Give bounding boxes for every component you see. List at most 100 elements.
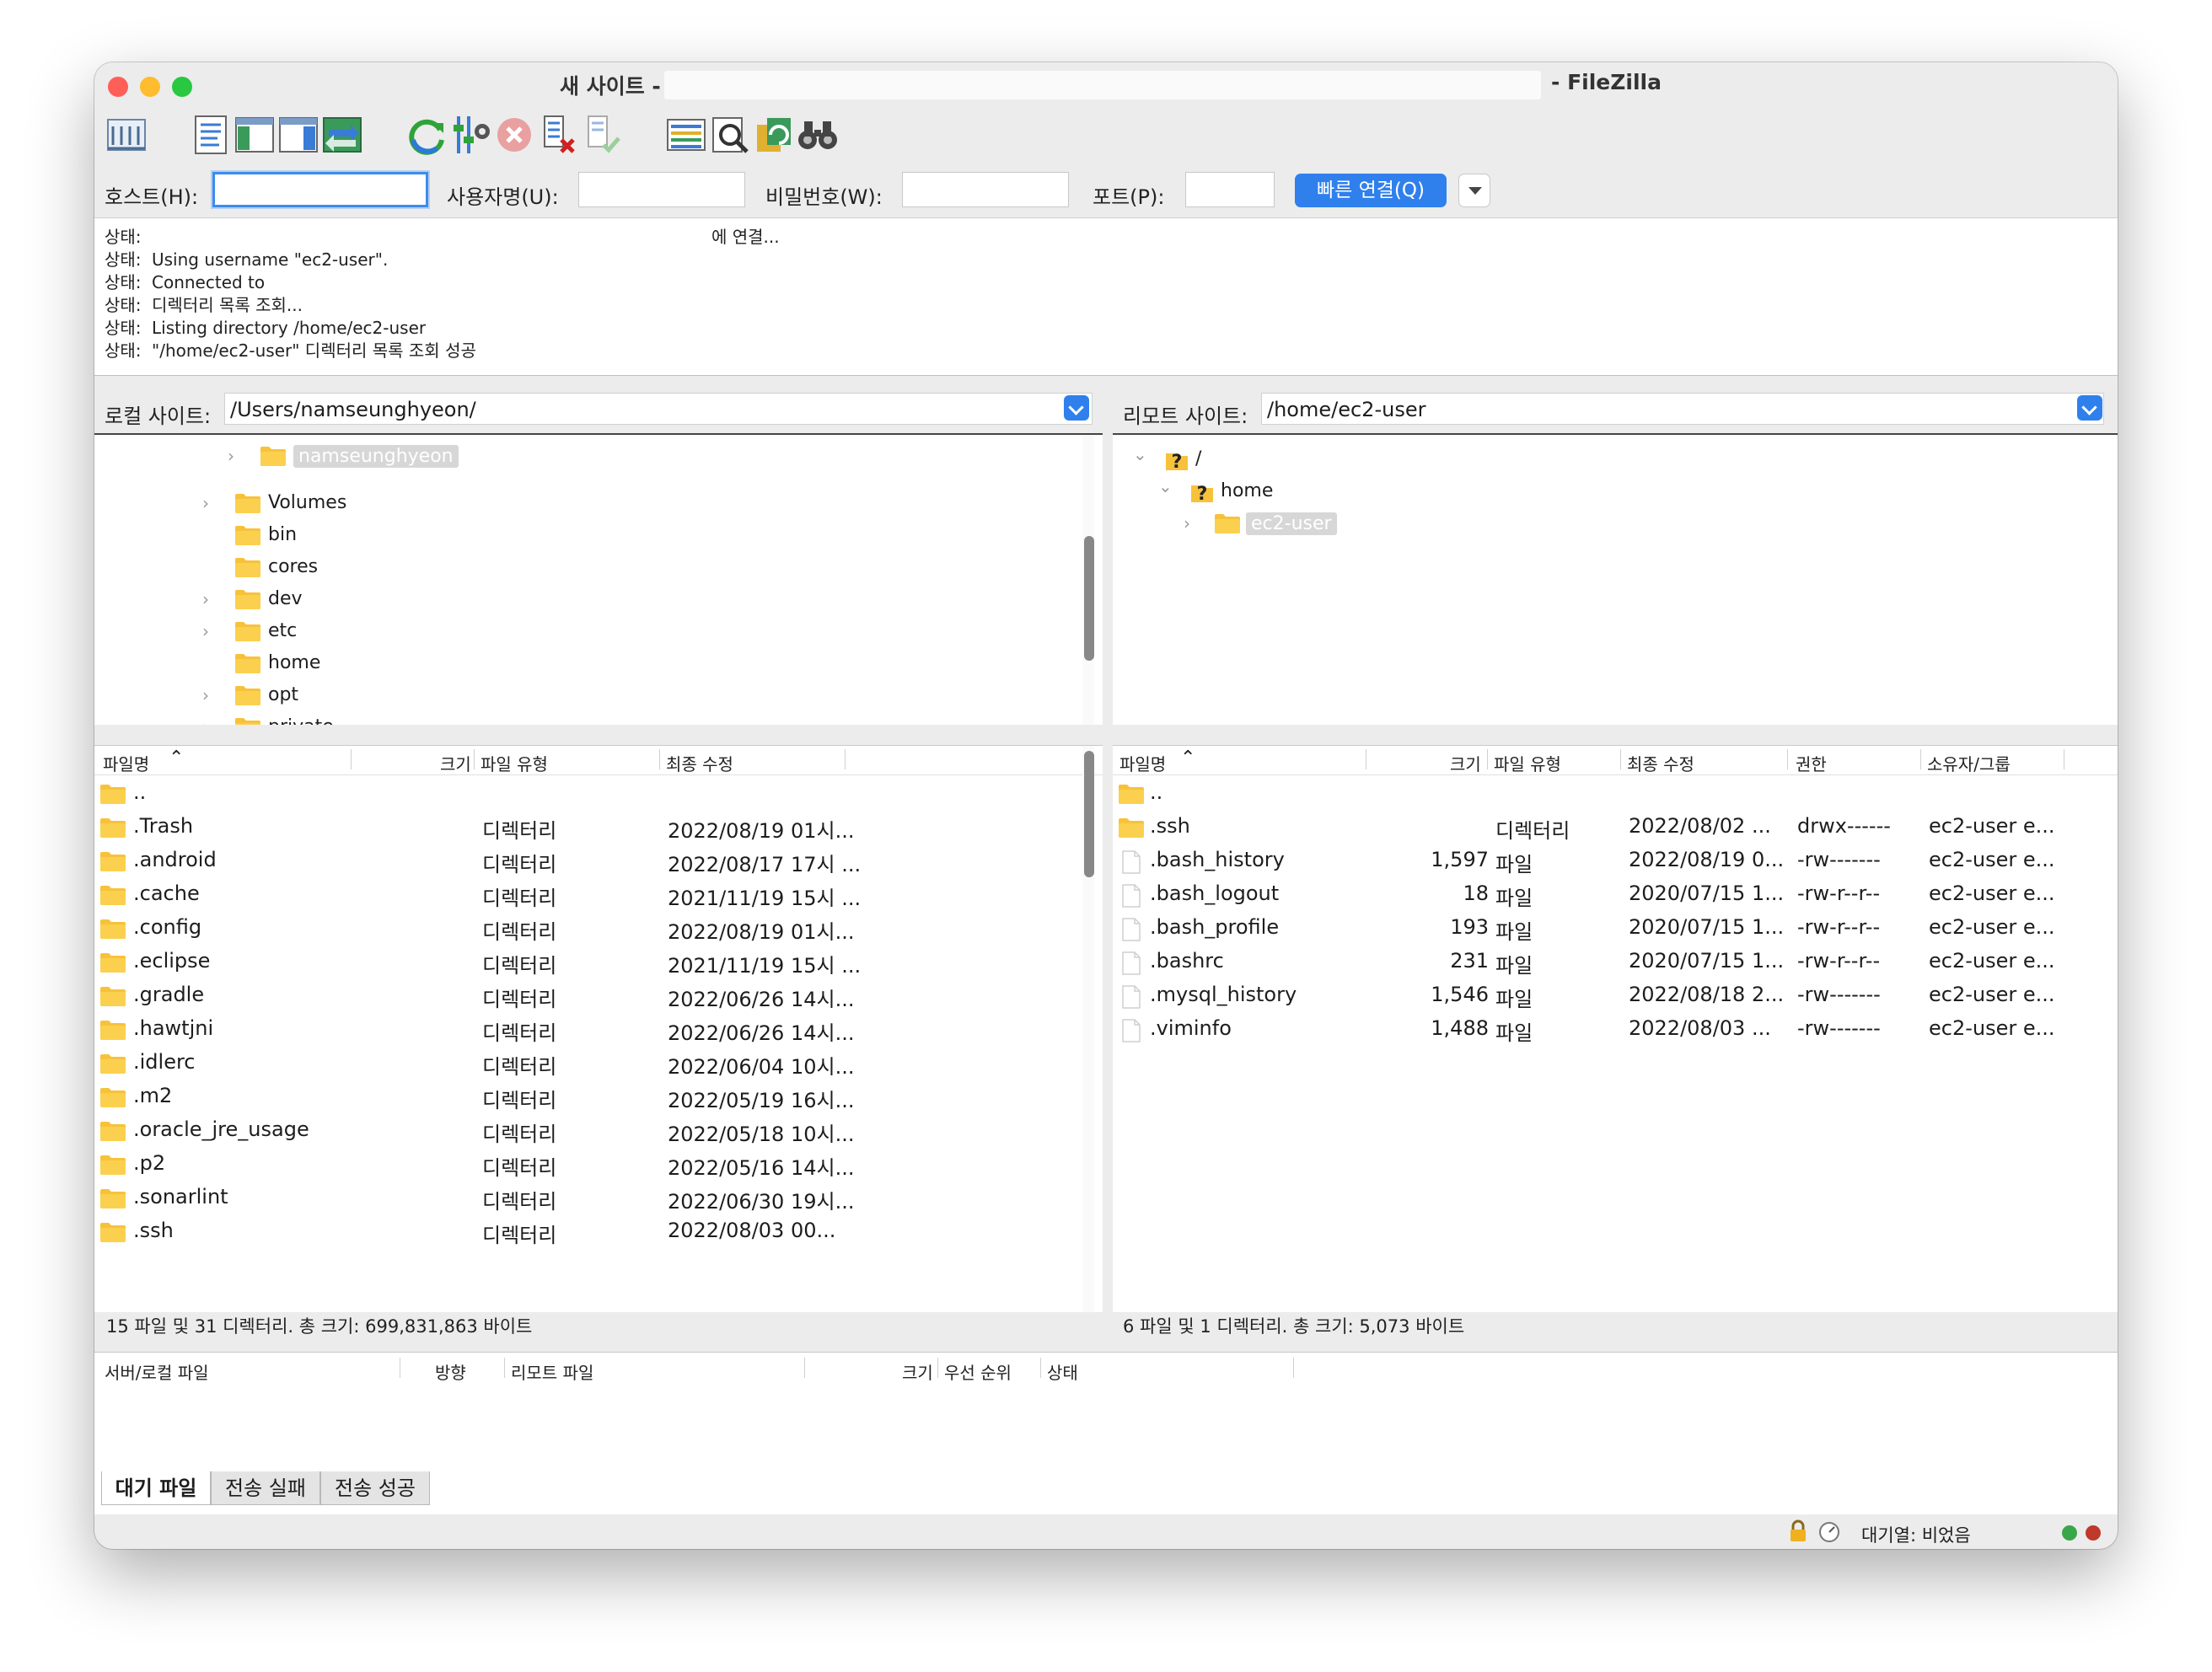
file-row[interactable]: .eclipse 디렉터리 2021/11/19 15시 ... — [94, 945, 1103, 978]
search-files-icon[interactable] — [706, 111, 754, 158]
col-permissions[interactable]: 권한 — [1796, 751, 1827, 775]
reconnect-icon[interactable] — [578, 111, 625, 158]
col-modified[interactable]: 최종 수정 — [1627, 751, 1694, 775]
transfer-queue-icon[interactable] — [319, 111, 366, 158]
col-server-local-file[interactable]: 서버/로컬 파일 — [105, 1359, 209, 1384]
local-file-list[interactable]: 파일명 ⌃ 크기 파일 유형 최종 수정 .. .Trash 디렉터리 2022/08… — [94, 745, 1103, 1312]
directory-compare-icon[interactable] — [663, 111, 710, 158]
file-row[interactable]: .Trash 디렉터리 2022/08/19 01시... — [94, 810, 1103, 844]
file-row[interactable]: .. — [94, 776, 1103, 810]
username-input[interactable] — [578, 172, 745, 207]
zoom-window-button[interactable] — [172, 77, 192, 97]
local-tree-node[interactable]: › etc — [94, 617, 1072, 647]
tab-successful-transfers[interactable]: 전송 성공 — [320, 1471, 430, 1505]
chevron-right-icon[interactable]: › — [202, 494, 221, 512]
cancel-icon[interactable] — [491, 111, 538, 158]
file-row[interactable]: .bash_history 1,597 파일 2022/08/19 0... -rw--… — [1113, 844, 2118, 877]
filter-settings-icon[interactable] — [447, 111, 494, 158]
col-size[interactable]: 크기 — [902, 1359, 933, 1384]
col-priority[interactable]: 우선 순위 — [944, 1359, 1012, 1384]
local-tree-node[interactable]: cores — [94, 553, 1072, 583]
col-filename[interactable]: 파일명 — [1119, 751, 1166, 775]
col-filename[interactable]: 파일명 — [103, 751, 149, 775]
chevron-right-icon[interactable]: › — [202, 590, 221, 608]
file-row[interactable]: .m2 디렉터리 2022/05/19 16시... — [94, 1080, 1103, 1113]
local-tree-scroll-thumb[interactable] — [1084, 536, 1094, 661]
local-tree-node[interactable]: › opt — [94, 681, 1072, 711]
local-tree-node[interactable]: bin — [94, 521, 1072, 551]
chevron-right-icon[interactable]: › — [1184, 514, 1202, 533]
file-row[interactable]: .idlerc 디렉터리 2022/06/04 10시... — [94, 1046, 1103, 1080]
local-path-input[interactable]: /Users/namseunghyeon/ — [224, 393, 1093, 425]
quickconnect-button[interactable]: 빠른 연결(Q) — [1295, 174, 1447, 207]
chevron-down-icon[interactable]: ⌄ — [1158, 477, 1177, 496]
minimize-window-button[interactable] — [140, 77, 160, 97]
host-input[interactable] — [212, 172, 428, 207]
remote-path-input[interactable]: /home/ec2-user — [1261, 393, 2104, 425]
disconnect-icon[interactable] — [534, 111, 582, 158]
local-directory-tree[interactable]: › namseunghyeon › Volumes bin cores › dev › etc ho… — [94, 433, 1103, 725]
col-type[interactable]: 파일 유형 — [1494, 751, 1561, 775]
col-owner-group[interactable]: 소유자/그룹 — [1927, 751, 2011, 775]
local-tree-scrollbar[interactable] — [1082, 435, 1094, 725]
message-log-icon[interactable] — [187, 111, 234, 158]
file-row[interactable]: .. — [1113, 776, 2118, 810]
file-row[interactable]: .bash_logout 18 파일 2020/07/15 1... -rw-r--r-… — [1113, 877, 2118, 911]
cell-modified: 2022/06/04 10시... — [668, 1055, 855, 1079]
col-remote-file[interactable]: 리모트 파일 — [511, 1359, 593, 1384]
file-row[interactable]: .oracle_jre_usage 디렉터리 2022/05/18 10시... — [94, 1113, 1103, 1147]
chevron-right-icon[interactable]: › — [202, 718, 221, 725]
remote-tree-icon[interactable] — [275, 111, 322, 158]
file-row[interactable]: .p2 디렉터리 2022/05/16 14시... — [94, 1147, 1103, 1181]
file-row[interactable]: .ssh 디렉터리 2022/08/02 ... drwx------ ec2-user… — [1113, 810, 2118, 844]
file-row[interactable]: .ssh 디렉터리 2022/08/03 00... — [94, 1214, 1103, 1248]
tab-failed-transfers[interactable]: 전송 실패 — [211, 1471, 320, 1505]
col-status[interactable]: 상태 — [1047, 1359, 1078, 1384]
find-binoculars-icon[interactable] — [794, 111, 841, 158]
chevron-right-icon[interactable]: › — [228, 447, 246, 465]
col-type[interactable]: 파일 유형 — [481, 751, 548, 775]
chevron-right-icon[interactable]: › — [202, 686, 221, 705]
cell-type: 디렉터리 — [482, 988, 557, 1011]
file-row[interactable]: .sonarlint 디렉터리 2022/06/30 19시... — [94, 1181, 1103, 1214]
password-input[interactable] — [902, 172, 1069, 207]
file-row[interactable]: .mysql_history 1,546 파일 2022/08/18 2... -rw-… — [1113, 978, 2118, 1012]
site-manager-icon[interactable] — [103, 111, 150, 158]
remote-tree-node[interactable]: ⌄? home — [1113, 477, 2082, 507]
sync-browse-icon[interactable] — [750, 111, 797, 158]
col-modified[interactable]: 최종 수정 — [666, 751, 733, 775]
file-row[interactable]: .bashrc 231 파일 2020/07/15 1... -rw-r--r-- ec2… — [1113, 945, 2118, 978]
file-row[interactable]: .android 디렉터리 2022/08/17 17시 ... — [94, 844, 1103, 877]
quickconnect-history-dropdown[interactable] — [1458, 174, 1490, 207]
file-row[interactable]: .bash_profile 193 파일 2020/07/15 1... -rw-r--… — [1113, 911, 2118, 945]
file-row[interactable]: .hawtjni 디렉터리 2022/06/26 14시... — [94, 1012, 1103, 1046]
close-window-button[interactable] — [108, 77, 128, 97]
file-row[interactable]: .config 디렉터리 2022/08/19 01시... — [94, 911, 1103, 945]
col-direction[interactable]: 방향 — [435, 1359, 466, 1384]
port-input[interactable] — [1185, 172, 1275, 207]
remote-tree-node[interactable]: › ec2-user — [1113, 509, 2082, 539]
remote-tree-node[interactable]: ⌄? / — [1113, 445, 2082, 475]
remote-file-list[interactable]: 파일명 ⌃ 크기 파일 유형 최종 수정 권한 소유자/그룹 .. .ssh 디렉터… — [1113, 745, 2118, 1312]
local-tree-node[interactable]: › private — [94, 713, 1072, 725]
col-size[interactable]: 크기 — [440, 751, 471, 775]
message-log[interactable]: 상태: 에 연결... 상태: Using username "ec2-user".… — [94, 217, 2118, 376]
local-tree-node[interactable]: › namseunghyeon — [94, 442, 1072, 472]
local-tree-node[interactable]: home — [94, 649, 1072, 679]
file-row[interactable]: .gradle 디렉터리 2022/06/26 14시... — [94, 978, 1103, 1012]
speed-limit-icon[interactable] — [1817, 1520, 1841, 1544]
local-tree-node[interactable]: › dev — [94, 585, 1072, 615]
remote-directory-tree[interactable]: ⌄? / ⌄? home › ec2-user — [1113, 433, 2118, 725]
file-row[interactable]: .viminfo 1,488 파일 2022/08/03 ... -rw------- e… — [1113, 1012, 2118, 1046]
local-tree-icon[interactable] — [231, 111, 278, 158]
chevron-right-icon[interactable]: › — [202, 622, 221, 640]
col-size[interactable]: 크기 — [1450, 751, 1481, 775]
refresh-icon[interactable] — [403, 111, 450, 158]
local-tree-node[interactable]: › Volumes — [94, 489, 1072, 519]
remote-path-dropdown[interactable] — [2077, 395, 2102, 421]
local-path-dropdown[interactable] — [1064, 395, 1089, 421]
chevron-down-icon[interactable]: ⌄ — [1133, 445, 1152, 464]
cell-size: 1,597 — [1431, 848, 1489, 871]
tab-queued-files[interactable]: 대기 파일 — [101, 1471, 211, 1505]
file-row[interactable]: .cache 디렉터리 2021/11/19 15시 ... — [94, 877, 1103, 911]
